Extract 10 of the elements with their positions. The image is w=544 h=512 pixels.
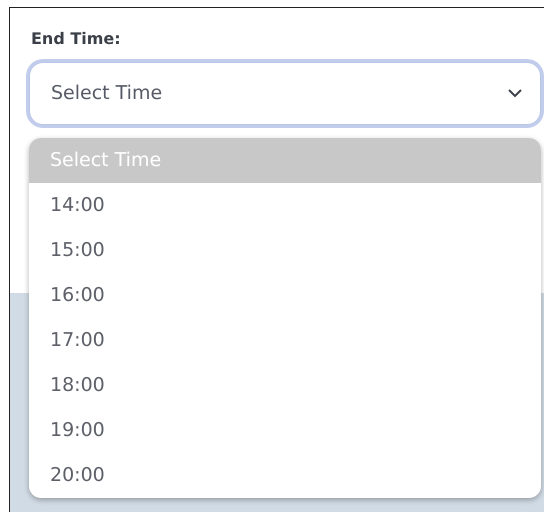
time-select[interactable]: Select Time: [29, 62, 541, 125]
dropdown-option[interactable]: 18:00: [29, 363, 541, 408]
dropdown-option[interactable]: 17:00: [29, 318, 541, 363]
dropdown-option[interactable]: 15:00: [29, 228, 541, 273]
dropdown-option[interactable]: 19:00: [29, 408, 541, 453]
dropdown-option[interactable]: 20:00: [29, 453, 541, 498]
field-label: End Time:: [31, 28, 122, 50]
chevron-down-icon: [508, 89, 522, 98]
dropdown-option[interactable]: 14:00: [29, 183, 541, 228]
dropdown-option[interactable]: 16:00: [29, 273, 541, 318]
